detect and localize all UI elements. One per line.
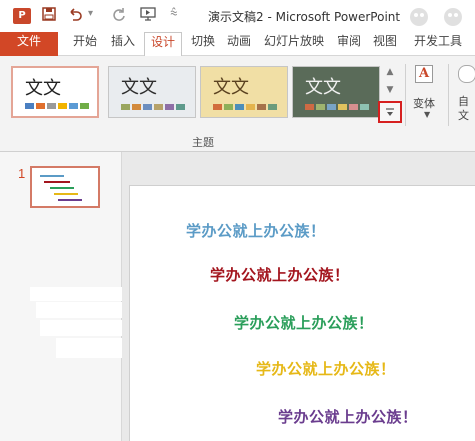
color-swatch xyxy=(224,104,233,110)
color-swatch xyxy=(349,104,358,110)
customize-label[interactable]: 自 文 xyxy=(458,95,469,123)
variant-icon[interactable]: A xyxy=(415,65,433,83)
theme-thumbnail-4[interactable]: 文文 xyxy=(292,66,380,118)
color-swatch xyxy=(58,103,67,109)
theme-color-swatches xyxy=(213,104,277,110)
tab-view[interactable]: 视图 xyxy=(370,32,400,56)
color-swatch xyxy=(246,104,255,110)
tab-home[interactable]: 开始 xyxy=(70,32,100,56)
slide-thumbnail[interactable] xyxy=(30,166,100,208)
ribbon-divider xyxy=(448,64,449,126)
tab-transitions[interactable]: 切换 xyxy=(188,32,218,56)
color-swatch xyxy=(327,104,336,110)
color-swatch xyxy=(213,104,222,110)
background-pattern-icon xyxy=(410,8,462,26)
slide-text-line-4[interactable]: 学办公就上办公族！ xyxy=(256,358,396,379)
slide-text-line-1[interactable]: 学办公就上办公族！ xyxy=(186,220,326,241)
color-swatch xyxy=(132,104,141,110)
slide-thumbnail-pane: 1 xyxy=(0,152,130,441)
ribbon-tabs: 文件 开始 插入 设计 切换 动画 幻灯片放映 审阅 视图 开发工具 xyxy=(0,32,475,57)
obscured-area xyxy=(30,287,130,301)
color-swatch xyxy=(360,104,369,110)
slide-number: 1 xyxy=(18,166,26,181)
powerpoint-window: P ▾ ⩯ 演示文稿2 - Microsoft PowerPoint 文件 开始… xyxy=(0,0,475,441)
title-bar: P ▾ ⩯ 演示文稿2 - Microsoft PowerPoint xyxy=(0,0,475,32)
triangle-down-icon[interactable]: ▼ xyxy=(382,82,398,98)
mini-text-line xyxy=(50,187,74,189)
obscured-area xyxy=(56,338,128,358)
slide-text-line-2[interactable]: 学办公就上办公族！ xyxy=(210,264,350,285)
color-swatch xyxy=(80,103,89,109)
chevron-down-icon[interactable]: ▼ xyxy=(424,110,430,119)
color-swatch xyxy=(316,104,325,110)
tab-review[interactable]: 审阅 xyxy=(334,32,364,56)
theme-color-swatches xyxy=(25,103,89,109)
theme-thumbnail-3[interactable]: 文文 xyxy=(200,66,288,118)
mini-text-line xyxy=(44,181,70,183)
obscured-area xyxy=(40,320,130,336)
theme-preview-text: 文文 xyxy=(25,78,61,99)
theme-color-swatches xyxy=(305,104,369,110)
color-swatch xyxy=(338,104,347,110)
theme-preview-text: 文文 xyxy=(121,77,157,98)
tab-animations[interactable]: 动画 xyxy=(224,32,254,56)
undo-icon[interactable] xyxy=(66,7,84,25)
mini-text-line xyxy=(40,175,64,177)
slide-text-line-5[interactable]: 学办公就上办公族！ xyxy=(278,406,418,427)
color-swatch xyxy=(165,104,174,110)
themes-group-label: 主题 xyxy=(192,136,214,149)
design-ribbon: 文文 文文 文文 文文 ▲ ▼ 主题 A 变体 ▼ 自 文 xyxy=(0,56,475,152)
theme-thumbnail-office[interactable]: 文文 xyxy=(11,66,99,118)
save-icon[interactable] xyxy=(40,7,58,25)
mini-text-line xyxy=(54,193,78,195)
color-swatch xyxy=(235,104,244,110)
window-title: 演示文稿2 - Microsoft PowerPoint xyxy=(208,10,401,24)
mini-text-line xyxy=(58,199,82,201)
color-swatch xyxy=(268,104,277,110)
color-swatch xyxy=(176,104,185,110)
obscured-area xyxy=(36,302,128,318)
color-swatch xyxy=(305,104,314,110)
tab-design[interactable]: 设计 xyxy=(144,32,182,57)
color-swatch xyxy=(69,103,78,109)
undo-dropdown-icon[interactable]: ▾ xyxy=(88,8,93,19)
customize-icon[interactable] xyxy=(458,65,475,83)
tab-insert[interactable]: 插入 xyxy=(108,32,138,56)
tab-file[interactable]: 文件 xyxy=(0,32,58,56)
tab-slideshow[interactable]: 幻灯片放映 xyxy=(260,32,328,56)
slide-canvas[interactable]: 学办公就上办公族！ 学办公就上办公族！ 学办公就上办公族！ 学办公就上办公族！ … xyxy=(129,185,475,441)
redo-icon[interactable] xyxy=(110,7,128,25)
color-swatch xyxy=(25,103,34,109)
powerpoint-icon: P xyxy=(13,8,31,24)
color-swatch xyxy=(36,103,45,109)
color-swatch xyxy=(121,104,130,110)
tab-developer[interactable]: 开发工具 xyxy=(410,32,466,56)
variants-label[interactable]: 变体 xyxy=(413,95,435,111)
start-slideshow-icon[interactable] xyxy=(139,7,157,25)
customize-toolbar-icon[interactable]: ⩯ xyxy=(170,6,178,21)
theme-preview-text: 文文 xyxy=(305,77,341,98)
slide-text-line-3[interactable]: 学办公就上办公族！ xyxy=(234,312,374,333)
color-swatch xyxy=(257,104,266,110)
color-swatch xyxy=(143,104,152,110)
theme-thumbnail-2[interactable]: 文文 xyxy=(108,66,196,118)
more-themes-icon[interactable] xyxy=(378,101,402,123)
ribbon-divider xyxy=(405,64,406,126)
theme-color-swatches xyxy=(121,104,185,110)
color-swatch xyxy=(47,103,56,109)
theme-preview-text: 文文 xyxy=(213,77,249,98)
color-swatch xyxy=(154,104,163,110)
triangle-up-icon[interactable]: ▲ xyxy=(382,64,398,80)
